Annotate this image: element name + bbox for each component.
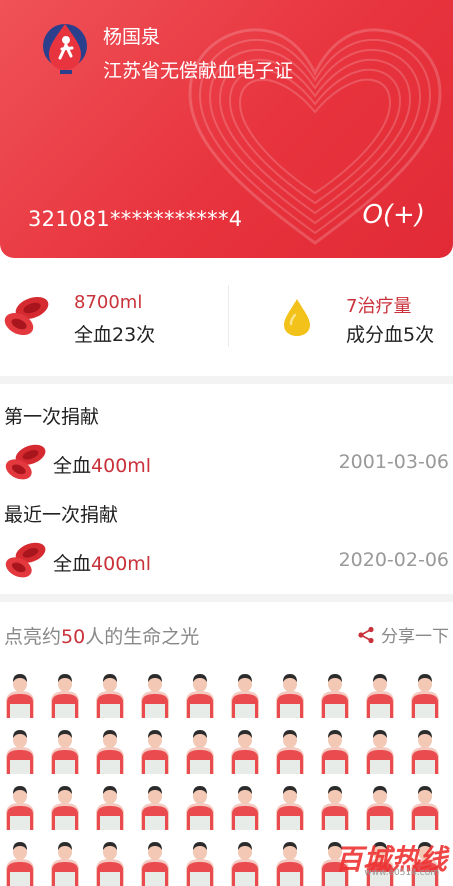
component-blood-amount: 7治疗量 <box>346 296 412 317</box>
section-gap <box>0 376 453 384</box>
yellow-drop-icon <box>284 299 310 336</box>
person-icon <box>96 786 124 830</box>
donation-type: 全血400ml <box>53 451 151 478</box>
person-icon <box>51 786 79 830</box>
person-icon <box>96 842 124 886</box>
donation-type-label: 全血 <box>53 553 92 575</box>
id-number: 321081***********4 <box>28 207 243 231</box>
person-icon <box>6 674 34 718</box>
person-icon <box>141 730 169 774</box>
person-icon <box>141 786 169 830</box>
whole-blood-count: 全血23次 <box>74 324 156 346</box>
person-icon <box>276 786 304 830</box>
blood-donation-logo-icon <box>43 24 87 74</box>
person-icon <box>186 842 214 886</box>
person-icon <box>141 842 169 886</box>
donation-type: 全血400ml <box>53 549 151 576</box>
lives-prefix: 点亮约 <box>4 626 62 648</box>
person-icon <box>186 786 214 830</box>
red-blood-cells-icon <box>5 542 46 578</box>
person-icon <box>366 730 394 774</box>
person-icon <box>51 842 79 886</box>
red-blood-cells-icon <box>5 444 46 480</box>
person-icon <box>366 674 394 718</box>
share-icon <box>358 626 374 643</box>
first-donation-title: 第一次捐献 <box>4 406 100 428</box>
share-label: 分享一下 <box>381 627 449 647</box>
lives-lit-title: 点亮约50人的生命之光 <box>4 622 199 649</box>
person-icon <box>231 730 259 774</box>
person-icon <box>231 786 259 830</box>
donation-date: 2001-03-06 <box>338 451 449 473</box>
person-icon <box>96 674 124 718</box>
person-icon <box>321 730 349 774</box>
person-icon <box>321 674 349 718</box>
person-icon <box>231 842 259 886</box>
donation-type-label: 全血 <box>53 455 92 477</box>
red-blood-cells-icon <box>4 296 49 336</box>
donation-volume: 400ml <box>91 455 152 477</box>
person-icon <box>6 730 34 774</box>
person-icon <box>366 786 394 830</box>
person-icon <box>411 786 439 830</box>
person-icon <box>186 730 214 774</box>
person-icon <box>96 730 124 774</box>
donor-name: 杨国泉 <box>103 26 161 48</box>
component-blood-count: 成分血5次 <box>346 324 435 346</box>
person-icon <box>411 730 439 774</box>
lives-count: 50 <box>61 626 86 648</box>
person-icon <box>231 674 259 718</box>
certificate-title: 江苏省无偿献血电子证 <box>103 60 294 82</box>
donation-date: 2020-02-06 <box>338 549 449 571</box>
person-icon <box>6 842 34 886</box>
whole-blood-amount: 8700ml <box>74 292 143 313</box>
person-icon <box>411 674 439 718</box>
person-icon <box>321 786 349 830</box>
person-icon <box>276 730 304 774</box>
lives-suffix: 人的生命之光 <box>85 626 200 648</box>
person-icon <box>186 674 214 718</box>
person-icon <box>276 842 304 886</box>
person-icon <box>51 730 79 774</box>
share-button[interactable]: 分享一下 <box>357 622 449 647</box>
section-gap <box>0 594 453 602</box>
person-icon <box>141 674 169 718</box>
person-icon <box>51 674 79 718</box>
person-icon <box>276 674 304 718</box>
blood-type: O(+) <box>362 200 425 230</box>
stats-divider <box>228 285 229 347</box>
latest-donation-title: 最近一次捐献 <box>4 504 119 526</box>
person-icon <box>6 786 34 830</box>
donor-card: 杨国泉 江苏省无偿献血电子证 321081***********4 O(+) <box>0 0 453 258</box>
donation-volume: 400ml <box>91 553 152 575</box>
watermark-url: www.e0514.com <box>364 868 439 878</box>
